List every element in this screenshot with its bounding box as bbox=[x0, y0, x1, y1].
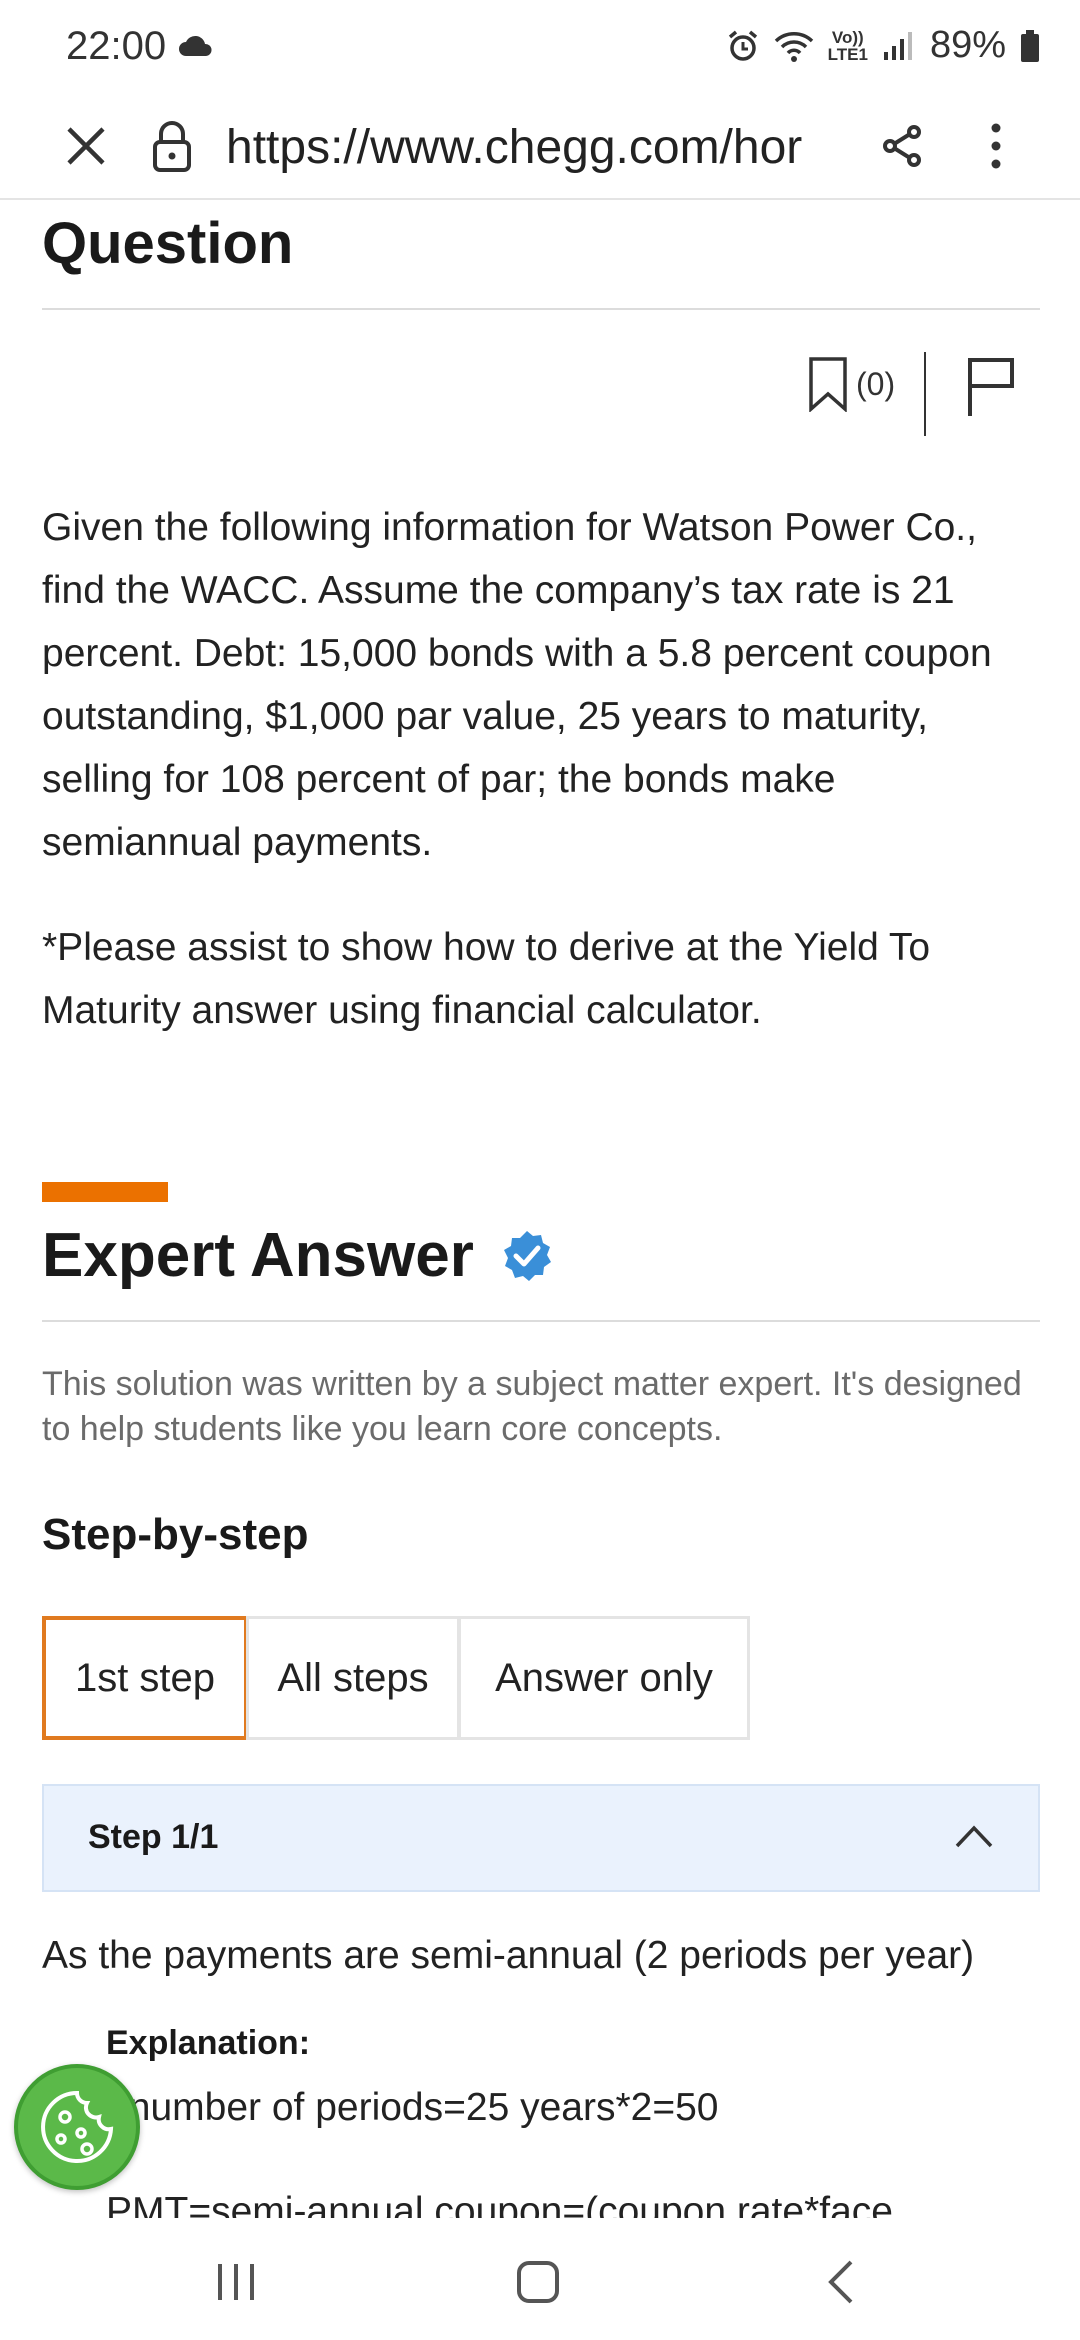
cookie-settings-button[interactable] bbox=[14, 2064, 140, 2190]
expert-answer-title: Expert Answer bbox=[42, 1221, 474, 1290]
step-label: Step 1/1 bbox=[88, 1818, 219, 1856]
network-label-bottom: LTE1 bbox=[827, 44, 868, 64]
question-note: *Please assist to show how to derive at … bbox=[42, 926, 931, 1032]
bookmark-icon bbox=[809, 357, 847, 412]
vertical-separator bbox=[924, 352, 926, 436]
battery-icon bbox=[1021, 29, 1039, 62]
url-bar[interactable]: https://www.chegg.com/hor bbox=[226, 116, 846, 180]
tab-all-steps[interactable]: All steps bbox=[246, 1616, 460, 1740]
divider bbox=[42, 1320, 1040, 1322]
home-icon bbox=[517, 2261, 559, 2303]
question-body: Given the following information for Wats… bbox=[42, 506, 992, 864]
browser-toolbar: https://www.chegg.com/hor bbox=[0, 96, 1080, 200]
recent-apps-button[interactable] bbox=[206, 2252, 266, 2312]
verified-badge-icon bbox=[503, 1230, 551, 1281]
step-by-step-heading: Step-by-step bbox=[42, 1510, 309, 1559]
divider bbox=[42, 308, 1040, 310]
cloud-icon bbox=[179, 35, 212, 56]
wifi-icon bbox=[774, 31, 813, 62]
back-icon bbox=[828, 2260, 853, 2304]
network-label-top: Vo)) bbox=[831, 27, 864, 47]
status-bar: 22:00 Vo)) LTE1 89% bbox=[0, 0, 1080, 96]
close-tab-button[interactable] bbox=[56, 116, 116, 176]
expert-answer-heading: Expert Answer bbox=[42, 1220, 1040, 1291]
bookmark-count: (0) bbox=[856, 365, 896, 402]
recent-apps-icon bbox=[218, 2264, 254, 2300]
chevron-up-icon[interactable] bbox=[954, 1822, 994, 1850]
section-accent-bar bbox=[42, 1182, 168, 1202]
step-tabs: 1st step All steps Answer only bbox=[42, 1616, 750, 1740]
signal-icon bbox=[883, 31, 912, 60]
explanation-line: =number of periods=25 years*2=50 bbox=[106, 2086, 719, 2129]
explanation-line: PMT=semi-annual coupon=(coupon rate*face bbox=[106, 2190, 893, 2218]
home-button[interactable] bbox=[508, 2252, 568, 2312]
flag-button[interactable] bbox=[966, 356, 1022, 420]
share-icon bbox=[883, 125, 921, 167]
battery-percent: 89% bbox=[929, 24, 1006, 66]
back-button[interactable] bbox=[810, 2252, 870, 2312]
system-navigation-bar bbox=[0, 2218, 1080, 2340]
status-time: 22:00 bbox=[66, 24, 167, 68]
network-type-label: Vo)) LTE1 bbox=[828, 29, 868, 63]
expert-note: This solution was written by a subject m… bbox=[42, 1365, 1022, 1448]
close-icon bbox=[67, 127, 105, 165]
step-panel-header[interactable]: Step 1/1 bbox=[42, 1784, 1040, 1892]
question-title: Question bbox=[42, 211, 294, 276]
alarm-icon bbox=[728, 30, 757, 61]
flag-icon bbox=[968, 358, 1014, 416]
more-options-button[interactable] bbox=[966, 116, 1026, 176]
explanation-label: Explanation: bbox=[106, 2024, 311, 2062]
bookmark-button[interactable]: (0) bbox=[808, 356, 895, 412]
status-icons: Vo)) LTE1 89% bbox=[726, 24, 1040, 67]
more-vertical-icon bbox=[991, 123, 1001, 169]
tab-1st-step[interactable]: 1st step bbox=[42, 1616, 248, 1740]
share-button[interactable] bbox=[872, 116, 932, 176]
cookie-icon bbox=[41, 2090, 114, 2163]
step-text: As the payments are semi-annual (2 perio… bbox=[42, 1934, 975, 1977]
tab-answer-only[interactable]: Answer only bbox=[458, 1616, 750, 1740]
lock-icon[interactable] bbox=[150, 118, 194, 174]
